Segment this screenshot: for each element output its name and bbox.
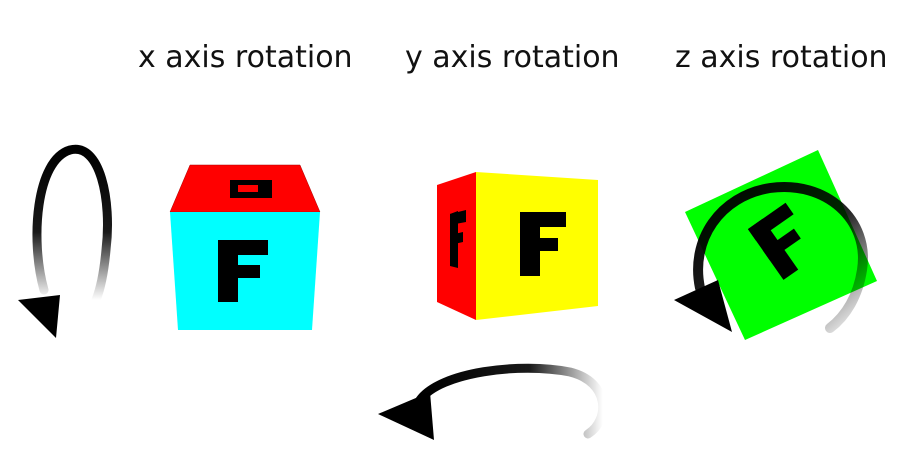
y-rotation-cube bbox=[437, 172, 598, 320]
x-rotation-arrow-icon bbox=[18, 144, 112, 338]
x-rotation-cube bbox=[169, 164, 321, 330]
x-cube-top-face bbox=[169, 164, 321, 213]
y-rotation-arrow-icon bbox=[378, 363, 608, 440]
rotation-diagram bbox=[18, 144, 877, 440]
